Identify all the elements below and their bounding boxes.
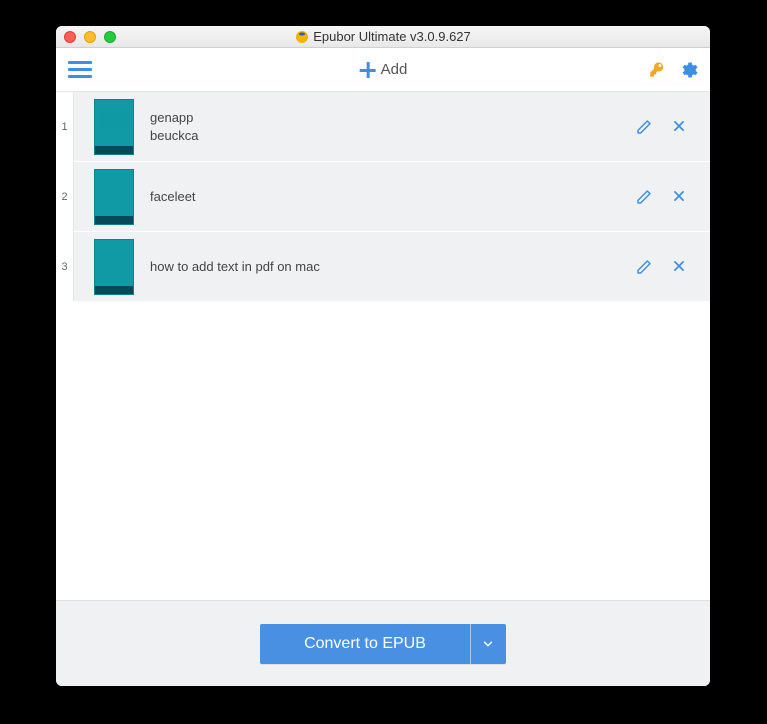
menu-button[interactable] [68,58,92,82]
add-button[interactable]: Add [359,61,408,79]
remove-icon[interactable] [672,119,688,135]
list-item[interactable]: 2 faceleet [56,162,710,232]
book-author: beuckca [150,127,636,145]
maximize-window-button[interactable] [104,31,116,43]
row-index: 3 [56,232,74,301]
convert-label: Convert to EPUB [260,624,470,664]
convert-format-dropdown[interactable] [470,624,506,664]
titlebar: Epubor Ultimate v3.0.9.627 [56,26,710,48]
book-cover [94,169,134,225]
book-text: genapp beuckca [150,109,636,144]
row-actions [636,189,710,205]
footer: Convert to EPUB [56,600,710,686]
title-wrap: Epubor Ultimate v3.0.9.627 [295,29,471,44]
window-title: Epubor Ultimate v3.0.9.627 [313,29,471,44]
book-cover [94,239,134,295]
add-label: Add [381,61,408,78]
row-actions [636,119,710,135]
row-index: 1 [56,92,74,161]
app-window: Epubor Ultimate v3.0.9.627 Add [56,26,710,686]
app-icon [295,30,309,44]
book-cover [94,99,134,155]
list-item[interactable]: 3 how to add text in pdf on mac [56,232,710,302]
close-window-button[interactable] [64,31,76,43]
edit-icon[interactable] [636,259,652,275]
book-text: faceleet [150,188,636,206]
toolbar-right [648,60,702,80]
book-text: how to add text in pdf on mac [150,258,636,276]
row-index: 2 [56,162,74,231]
plus-icon [359,61,377,79]
book-title: faceleet [150,188,636,206]
row-actions [636,259,710,275]
minimize-window-button[interactable] [84,31,96,43]
window-controls [64,31,116,43]
settings-icon[interactable] [678,60,698,80]
license-key-icon[interactable] [648,61,666,79]
toolbar: Add [56,48,710,92]
convert-button[interactable]: Convert to EPUB [260,624,506,664]
remove-icon[interactable] [672,259,688,275]
edit-icon[interactable] [636,119,652,135]
book-list: 1 genapp beuckca 2 faceleet [56,92,710,600]
remove-icon[interactable] [672,189,688,205]
book-title: genapp [150,109,636,127]
list-item[interactable]: 1 genapp beuckca [56,92,710,162]
book-title: how to add text in pdf on mac [150,258,636,276]
edit-icon[interactable] [636,189,652,205]
